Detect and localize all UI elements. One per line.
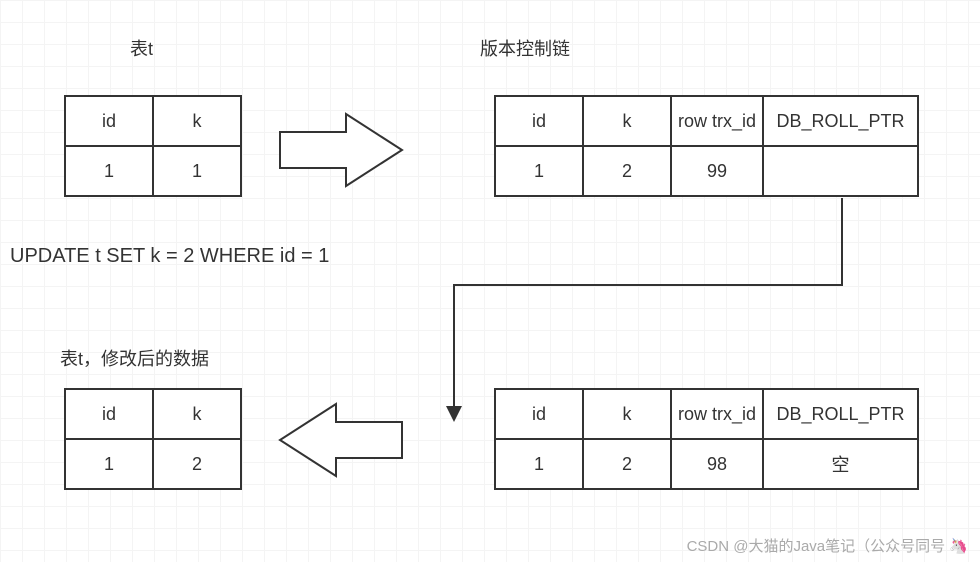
cell-header-rollptr: DB_ROLL_PTR	[763, 96, 918, 146]
cell-header-k: k	[153, 389, 241, 439]
cell-header-k: k	[583, 96, 671, 146]
cell-header-id: id	[495, 96, 583, 146]
cell-val-rollptr	[763, 146, 918, 196]
title-version-chain: 版本控制链	[480, 35, 570, 61]
cell-val-trxid: 98	[671, 439, 763, 489]
watermark: CSDN @大猫的Java笔记（公众号同号 🦄	[687, 535, 968, 556]
cell-val-id: 1	[495, 439, 583, 489]
arrow-right-icon	[276, 110, 406, 190]
cell-header-trxid: row trx_id	[671, 96, 763, 146]
cell-val-k: 2	[153, 439, 241, 489]
cell-val-rollptr: 空	[763, 439, 918, 489]
cell-val-id: 1	[65, 439, 153, 489]
table-t-before: id k 1 1	[64, 95, 242, 197]
cell-val-trxid: 99	[671, 146, 763, 196]
cell-val-id: 1	[495, 146, 583, 196]
title-table-t: 表t	[130, 35, 153, 61]
table-version-top: id k row trx_id DB_ROLL_PTR 1 2 99	[494, 95, 919, 197]
cell-header-id: id	[65, 96, 153, 146]
cell-val-k: 2	[583, 439, 671, 489]
sql-statement: UPDATE t SET k = 2 WHERE id = 1	[10, 245, 329, 268]
connector-rollptr-icon	[430, 195, 940, 425]
cell-header-k: k	[153, 96, 241, 146]
cell-val-k: 1	[153, 146, 241, 196]
cell-val-k: 2	[583, 146, 671, 196]
cell-val-id: 1	[65, 146, 153, 196]
cell-header-id: id	[65, 389, 153, 439]
title-table-t-after: 表t，修改后的数据	[60, 345, 209, 371]
arrow-left-icon	[276, 400, 406, 480]
table-t-after: id k 1 2	[64, 388, 242, 490]
